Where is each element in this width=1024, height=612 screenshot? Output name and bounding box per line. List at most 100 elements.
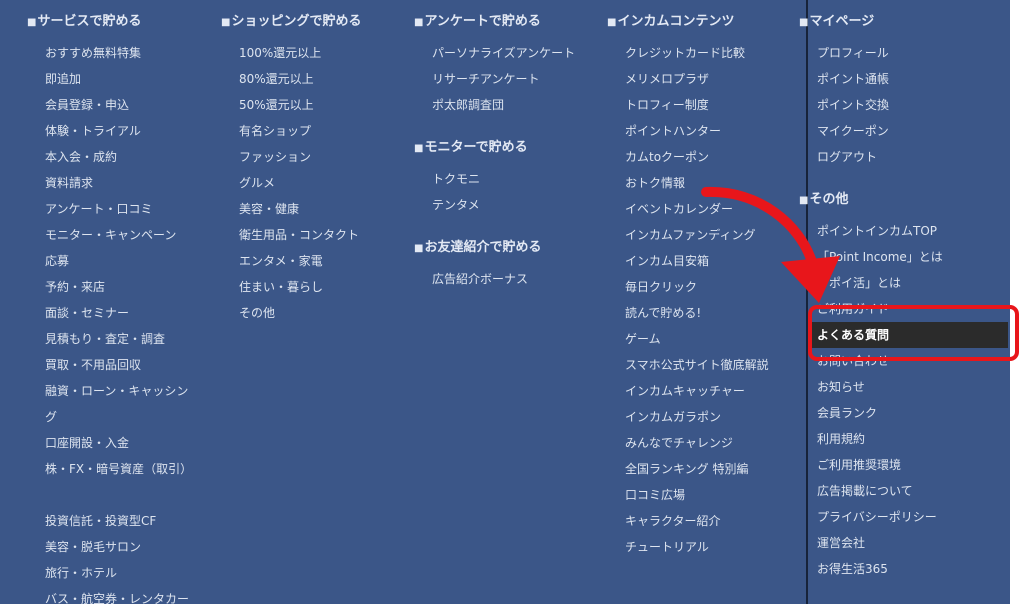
footer-link[interactable]: 利用規約 [799, 426, 1010, 452]
footer-sitemap: ■サービスで貯める おすすめ無料特集 即追加 会員登録・申込 体験・トライアル … [0, 0, 1010, 606]
footer-link[interactable]: 融資・ローン・キャッシング [27, 378, 197, 430]
footer-link[interactable]: エンタメ・家電 [221, 248, 361, 274]
section-heading-mypage: ■マイページ [799, 14, 875, 29]
footer-link[interactable]: キャラクター紹介 [607, 508, 769, 534]
footer-link[interactable]: お得生活365 [799, 556, 1010, 582]
highlight-annotation-box [808, 305, 1019, 361]
footer-link[interactable]: おトク情報 [607, 170, 769, 196]
column-income-contents: ■インカムコンテンツ クレジットカード比較 メリメロプラザ トロフィー制度 ポイ… [607, 12, 769, 560]
link-list-survey: パーソナライズアンケート リサーチアンケート ポ太郎調査団 [414, 40, 575, 118]
footer-link[interactable]: リサーチアンケート [414, 66, 575, 92]
footer-link[interactable]: インカムガラポン [607, 404, 769, 430]
footer-link[interactable]: プロフィール [799, 40, 1010, 66]
footer-link[interactable]: 読んで貯める! [607, 300, 769, 326]
footer-link[interactable]: 買取・不用品回収 [27, 352, 197, 378]
footer-link[interactable]: 美容・健康 [221, 196, 361, 222]
footer-link[interactable]: 80%還元以上 [221, 66, 361, 92]
footer-link[interactable]: ポイント交換 [799, 92, 1010, 118]
footer-link[interactable]: プライバシーポリシー [799, 504, 1010, 530]
link-list-income: クレジットカード比較 メリメロプラザ トロフィー制度 ポイントハンター カムto… [607, 40, 769, 560]
footer-link[interactable]: メリメロプラザ [607, 66, 769, 92]
column-service: ■サービスで貯める おすすめ無料特集 即追加 会員登録・申込 体験・トライアル … [27, 12, 212, 612]
footer-link[interactable]: ポ太郎調査団 [414, 92, 575, 118]
footer-link[interactable]: 口座開設・入金 [27, 430, 197, 456]
section-heading-income: ■インカムコンテンツ [607, 14, 735, 29]
footer-link[interactable]: インカムファンディング [607, 222, 769, 248]
footer-link[interactable]: 住まい・暮らし [221, 274, 361, 300]
footer-link[interactable]: チュートリアル [607, 534, 769, 560]
footer-link[interactable]: その他 [221, 300, 361, 326]
footer-link[interactable]: 面談・セミナー [27, 300, 197, 326]
square-bullet-icon: ■ [414, 243, 424, 254]
footer-link[interactable]: グルメ [221, 170, 361, 196]
section-heading-friend: ■お友達紹介で貯める [414, 240, 542, 255]
footer-link[interactable]: カムtoクーポン [607, 144, 769, 170]
section-heading-monitor: ■モニターで貯める [414, 140, 528, 155]
footer-link[interactable]: 旅行・ホテル [27, 560, 197, 586]
footer-link[interactable]: ポイント通帳 [799, 66, 1010, 92]
link-list-mypage: プロフィール ポイント通帳 ポイント交換 マイクーポン ログアウト [799, 40, 1010, 170]
footer-link[interactable]: 50%還元以上 [221, 92, 361, 118]
square-bullet-icon: ■ [414, 17, 424, 28]
footer-link[interactable]: ゲーム [607, 326, 769, 352]
footer-link[interactable]: 「Point Income」とは [799, 244, 1010, 270]
footer-link[interactable]: 広告掲載について [799, 478, 1010, 504]
footer-link[interactable]: 資料請求 [27, 170, 197, 196]
footer-link[interactable]: トロフィー制度 [607, 92, 769, 118]
footer-link[interactable]: 予約・来店 [27, 274, 197, 300]
footer-link[interactable]: 投資信託・投資型CF [27, 508, 197, 534]
link-list-shopping: 100%還元以上 80%還元以上 50%還元以上 有名ショップ ファッション グ… [221, 40, 361, 326]
footer-link[interactable]: 株・FX・暗号資産（取引） [27, 456, 197, 508]
link-list-monitor: トクモニ テンタメ [414, 166, 575, 218]
column-mypage-other: ■マイページ プロフィール ポイント通帳 ポイント交換 マイクーポン ログアウト… [799, 12, 1010, 582]
footer-link[interactable]: 見積もり・査定・調査 [27, 326, 197, 352]
link-list-other: ポイントインカムTOP 「Point Income」とは 「ポイ活」とは ご利用… [799, 218, 1010, 582]
footer-link[interactable]: インカムキャッチャー [607, 378, 769, 404]
footer-link[interactable]: 即追加 [27, 66, 197, 92]
footer-link[interactable]: ファッション [221, 144, 361, 170]
link-list-service: おすすめ無料特集 即追加 会員登録・申込 体験・トライアル 本入会・成約 資料請… [27, 40, 212, 612]
link-list-friend: 広告紹介ボーナス [414, 266, 575, 292]
footer-link[interactable]: インカム目安箱 [607, 248, 769, 274]
footer-link[interactable]: 会員ランク [799, 400, 1010, 426]
footer-link[interactable]: ポイントインカムTOP [799, 218, 1010, 244]
footer-link[interactable]: 体験・トライアル [27, 118, 197, 144]
footer-link[interactable]: お知らせ [799, 374, 1010, 400]
footer-link[interactable]: みんなでチャレンジ [607, 430, 769, 456]
footer-link[interactable]: クレジットカード比較 [607, 40, 769, 66]
footer-link[interactable]: ポイントハンター [607, 118, 769, 144]
footer-link[interactable]: 有名ショップ [221, 118, 361, 144]
footer-link[interactable]: トクモニ [414, 166, 575, 192]
footer-link[interactable]: マイクーポン [799, 118, 1010, 144]
footer-link[interactable]: テンタメ [414, 192, 575, 218]
footer-link[interactable]: バス・航空券・レンタカー [27, 586, 197, 612]
footer-link[interactable]: 全国ランキング 特別編 [607, 456, 769, 482]
footer-link[interactable]: モニター・キャンペーン [27, 222, 197, 248]
column-shopping: ■ショッピングで貯める 100%還元以上 80%還元以上 50%還元以上 有名シ… [221, 12, 361, 326]
footer-link[interactable]: スマホ公式サイト徹底解説 [607, 352, 769, 378]
footer-link[interactable]: 毎日クリック [607, 274, 769, 300]
footer-link[interactable]: おすすめ無料特集 [27, 40, 197, 66]
square-bullet-icon: ■ [221, 17, 231, 28]
footer-link[interactable]: 衛生用品・コンタクト [221, 222, 361, 248]
footer-link[interactable]: 広告紹介ボーナス [414, 266, 575, 292]
footer-link[interactable]: 「ポイ活」とは [799, 270, 1010, 296]
square-bullet-icon: ■ [607, 17, 617, 28]
footer-link[interactable]: 口コミ広場 [607, 482, 769, 508]
footer-link[interactable]: アンケート・口コミ [27, 196, 197, 222]
column-survey-monitor-friend: ■アンケートで貯める パーソナライズアンケート リサーチアンケート ポ太郎調査団… [414, 12, 575, 292]
footer-link[interactable]: ログアウト [799, 144, 1010, 170]
footer-link[interactable]: ご利用推奨環境 [799, 452, 1010, 478]
footer-link[interactable]: 会員登録・申込 [27, 92, 197, 118]
footer-link[interactable]: 100%還元以上 [221, 40, 361, 66]
footer-link[interactable]: イベントカレンダー [607, 196, 769, 222]
footer-link[interactable]: 運営会社 [799, 530, 1010, 556]
footer-link[interactable]: 応募 [27, 248, 197, 274]
footer-link[interactable]: 本入会・成約 [27, 144, 197, 170]
footer-link[interactable]: パーソナライズアンケート [414, 40, 575, 66]
square-bullet-icon: ■ [27, 17, 37, 28]
footer-link[interactable]: 美容・脱毛サロン [27, 534, 197, 560]
